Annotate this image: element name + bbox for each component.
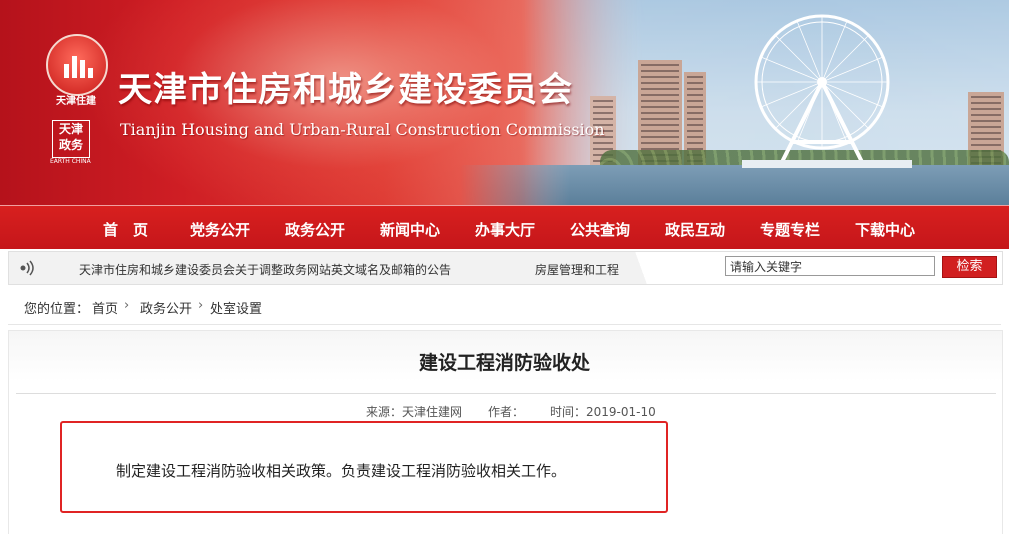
site-title-en: Tianjin Housing and Urban-Rural Construc… bbox=[120, 120, 605, 139]
nav-item-interaction[interactable]: 政民互动 bbox=[665, 219, 725, 240]
seal-caption: EARTH CHINA bbox=[50, 158, 91, 165]
breadcrumb-item-home[interactable]: 首页 bbox=[92, 298, 118, 317]
nav-item-public-query[interactable]: 公共查询 bbox=[570, 219, 630, 240]
search-button[interactable]: 检索 bbox=[942, 256, 997, 278]
divider bbox=[16, 393, 996, 394]
breadcrumb-separator: › bbox=[198, 298, 204, 313]
header-banner: 天津住建 天津 政务 EARTH CHINA 天津市住房和城乡建设委员会 Tia… bbox=[0, 0, 1009, 205]
notice-link[interactable]: 天津市住房和城乡建设委员会关于调整政务网站英文域名及邮箱的公告 bbox=[79, 261, 451, 278]
breadcrumb: 您的位置： 首页 › 政务公开 › 处室设置 bbox=[8, 288, 1001, 325]
nav-item-party-affairs[interactable]: 党务公开 bbox=[190, 219, 250, 240]
nav-item-downloads[interactable]: 下载中心 bbox=[855, 219, 915, 240]
article-source: 来源：天津住建网 bbox=[366, 405, 463, 419]
notice-link-2[interactable]: 房屋管理和工程 bbox=[535, 261, 619, 278]
breadcrumb-label: 您的位置： bbox=[24, 302, 90, 317]
nav-item-service-hall[interactable]: 办事大厅 bbox=[475, 219, 535, 240]
seal-icon: 天津 政务 bbox=[52, 120, 90, 158]
nav-item-gov-affairs[interactable]: 政务公开 bbox=[285, 219, 345, 240]
speaker-icon bbox=[20, 260, 34, 276]
article-body: 制定建设工程消防验收相关政策。负责建设工程消防验收相关工作。 bbox=[116, 462, 567, 480]
site-title: 天津市住房和城乡建设委员会 bbox=[118, 70, 573, 110]
logo-icon[interactable] bbox=[46, 34, 108, 96]
logo-text: 天津住建 bbox=[56, 96, 96, 107]
breadcrumb-item-departments[interactable]: 处室设置 bbox=[210, 298, 262, 317]
nav-item-home[interactable]: 首 页 bbox=[103, 219, 148, 240]
banner-water bbox=[460, 165, 1009, 205]
main-nav: 首 页 党务公开 政务公开 新闻中心 办事大厅 公共查询 政民互动 专题专栏 下… bbox=[0, 205, 1009, 249]
breadcrumb-item-gov-affairs[interactable]: 政务公开 bbox=[140, 298, 192, 317]
article-title: 建设工程消防验收处 bbox=[418, 352, 590, 374]
nav-item-news[interactable]: 新闻中心 bbox=[380, 219, 440, 240]
breadcrumb-separator: › bbox=[124, 298, 130, 313]
article-author: 作者： bbox=[488, 405, 525, 419]
search-input[interactable] bbox=[725, 256, 935, 276]
article-date: 时间：2019-01-10 bbox=[550, 405, 656, 419]
ferris-wheel-icon bbox=[742, 14, 912, 168]
nav-item-special-topics[interactable]: 专题专栏 bbox=[760, 219, 820, 240]
